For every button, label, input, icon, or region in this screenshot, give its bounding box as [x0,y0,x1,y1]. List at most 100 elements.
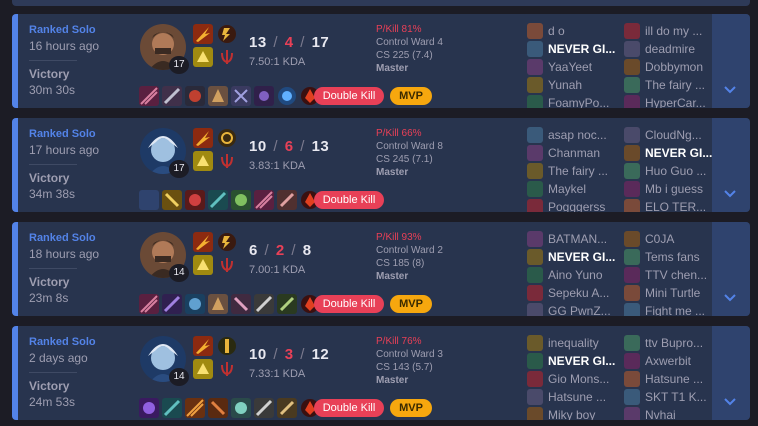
participant[interactable]: C0JA [624,230,720,248]
participant[interactable]: asap noc... [527,126,623,144]
item-icon[interactable] [162,398,182,418]
summoner-spell-icon[interactable] [193,24,213,44]
participant-name[interactable]: NEVER GI... [548,42,626,56]
summoner-spell-icon[interactable] [193,255,213,275]
participant[interactable]: Aino Yuno [527,266,623,284]
participant-name[interactable]: d o [548,24,626,38]
participant-name[interactable]: GG PwnZ... [548,304,626,316]
participant[interactable]: Huo Guo ... [624,162,720,180]
summoner-spell-icon[interactable] [193,128,213,148]
participant[interactable]: GG PwnZ... [527,302,623,316]
item-icon[interactable] [254,294,274,314]
participant[interactable]: ill do my ... [624,22,720,40]
item-icon[interactable] [231,190,251,210]
participant[interactable]: deadmire [624,40,720,58]
participant[interactable]: Maykel [527,180,623,198]
item-icon[interactable] [254,190,274,210]
expand-match-button[interactable] [712,326,750,420]
participant[interactable]: Dobbymon [624,58,720,76]
participant[interactable]: d o [527,22,623,40]
secondary-rune-icon[interactable] [217,47,237,67]
participant-name[interactable]: NEVER GI... [548,250,626,264]
participant-name[interactable]: inequality [548,336,626,350]
keystone-rune-icon[interactable] [217,336,237,356]
participant[interactable]: Gio Mons... [527,370,623,388]
participant-name[interactable]: Aino Yuno [548,268,626,282]
item-icon[interactable] [162,86,182,106]
item-icon[interactable] [231,294,251,314]
secondary-rune-icon[interactable] [217,151,237,171]
participant-name[interactable]: Miky boy [548,408,626,420]
participant[interactable]: Mb i guess [624,180,720,198]
participant-name[interactable]: asap noc... [548,128,626,142]
keystone-rune-icon[interactable] [217,128,237,148]
participant[interactable]: HyperCar... [624,94,720,108]
participant[interactable]: Axwerbit [624,352,720,370]
item-icon[interactable] [277,190,297,210]
summoner-spell-icon[interactable] [193,47,213,67]
participant[interactable]: Mini Turtle [624,284,720,302]
participant[interactable]: SKT T1 K... [624,388,720,406]
item-icon[interactable] [208,294,228,314]
participant-name[interactable]: Hatsune ... [548,390,626,404]
item-icon[interactable] [231,86,251,106]
participant-name[interactable]: Pogggerss [548,200,626,212]
participant[interactable]: Nvhai [624,406,720,420]
item-icon[interactable] [185,398,205,418]
participant[interactable]: TTV chen... [624,266,720,284]
participant[interactable]: NEVER GI... [527,248,623,266]
participant[interactable]: Hatsune ... [624,370,720,388]
item-icon[interactable] [277,86,297,106]
item-icon[interactable] [208,190,228,210]
item-icon[interactable] [208,398,228,418]
item-icon[interactable] [231,398,251,418]
item-icon[interactable] [254,398,274,418]
participant-name[interactable]: Yunah [548,78,626,92]
participant-name[interactable]: NEVER GI... [548,354,626,368]
item-icon[interactable] [162,190,182,210]
participant-name[interactable]: Maykel [548,182,626,196]
item-icon[interactable] [139,86,159,106]
participant-name[interactable]: The fairy ... [548,164,626,178]
participant-name[interactable]: Sepeku A... [548,286,626,300]
participant[interactable]: BATMAN... [527,230,623,248]
participant[interactable]: The fairy ... [624,76,720,94]
participant[interactable]: inequality [527,334,623,352]
participant[interactable]: NEVER GI... [527,352,623,370]
participant[interactable]: ELO TER... [624,198,720,212]
participant-name[interactable]: Gio Mons... [548,372,626,386]
keystone-rune-icon[interactable] [217,232,237,252]
item-icon[interactable] [208,86,228,106]
participant[interactable]: Pogggerss [527,198,623,212]
participant[interactable]: NEVER GI... [527,40,623,58]
item-icon[interactable] [185,294,205,314]
participant-name[interactable]: Chanman [548,146,626,160]
secondary-rune-icon[interactable] [217,359,237,379]
participant[interactable]: ttv Bupro... [624,334,720,352]
expand-match-button[interactable] [712,118,750,212]
participant[interactable]: NEVER GI... [624,144,720,162]
participant[interactable]: Sepeku A... [527,284,623,302]
item-icon[interactable] [162,294,182,314]
item-icon[interactable] [254,86,274,106]
participant-name[interactable]: FoamyPo... [548,96,626,108]
item-icon[interactable] [277,294,297,314]
expand-match-button[interactable] [712,222,750,316]
summoner-spell-icon[interactable] [193,359,213,379]
item-icon[interactable] [185,86,205,106]
participant[interactable]: Hatsune ... [527,388,623,406]
participant[interactable]: Miky boy [527,406,623,420]
expand-match-button[interactable] [712,14,750,108]
participant[interactable]: YaaYeet [527,58,623,76]
item-icon[interactable] [139,294,159,314]
keystone-rune-icon[interactable] [217,24,237,44]
item-icon[interactable] [185,190,205,210]
participant[interactable]: Fight me ... [624,302,720,316]
participant[interactable]: The fairy ... [527,162,623,180]
participant[interactable]: Tems fans [624,248,720,266]
participant[interactable]: CloudNg... [624,126,720,144]
summoner-spell-icon[interactable] [193,232,213,252]
item-icon[interactable] [139,398,159,418]
participant-name[interactable]: YaaYeet [548,60,626,74]
participant[interactable]: Yunah [527,76,623,94]
